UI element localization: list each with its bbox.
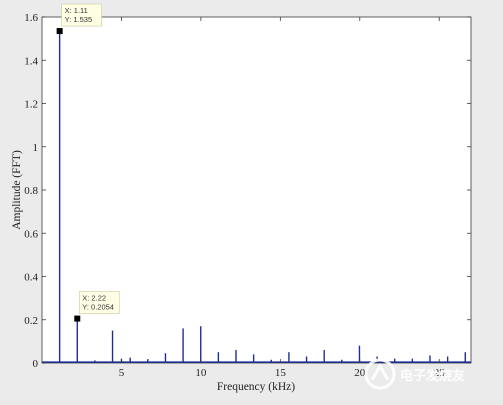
- x-tick-label: 20: [354, 367, 366, 379]
- x-tick-label: 10: [195, 367, 207, 379]
- y-tick-label: 0.4: [24, 272, 38, 284]
- y-tick-label: 0.8: [24, 185, 38, 197]
- y-tick-label: 1.2: [24, 99, 38, 111]
- x-axis-label: Frequency (kHz): [217, 381, 295, 393]
- fft-chart: 5 10 15 20 25 00.20.40.60.811.21.41.6 X: 1.1…: [11, 3, 472, 393]
- x-tick-label: 5: [119, 367, 125, 379]
- figure-window: 5 10 15 20 25 0 0.2 0.4 0.6 0.8 1 1.2 1.4 1.6 X: 1.1…: [0, 0, 503, 400]
- watermark-text: 电子发烧友: [400, 368, 465, 384]
- watermark-logo-mark: [370, 362, 390, 381]
- y-tick-label: 1.6: [24, 12, 38, 24]
- y-axis-label: Amplitude (FFT): [11, 150, 23, 230]
- data-tip-y: Y: 0.2054: [82, 303, 114, 312]
- y-tick-label: 0.2: [24, 315, 38, 327]
- data-tip-y: Y: 1.535: [65, 15, 93, 24]
- y-tick-label: 0.6: [24, 228, 38, 240]
- y-tick-label: 0: [33, 358, 39, 370]
- watermark: 电子发烧友: [364, 358, 465, 390]
- y-tick-label: 1: [33, 142, 39, 154]
- data-tip-x: X: 2.22: [82, 294, 106, 303]
- data-tip-marker: [56, 28, 63, 35]
- data-tip-x: X: 1.11: [65, 6, 88, 15]
- y-tick-label: 1.4: [24, 55, 38, 67]
- x-tick-label: 15: [275, 367, 287, 379]
- data-tip-marker: [74, 315, 81, 322]
